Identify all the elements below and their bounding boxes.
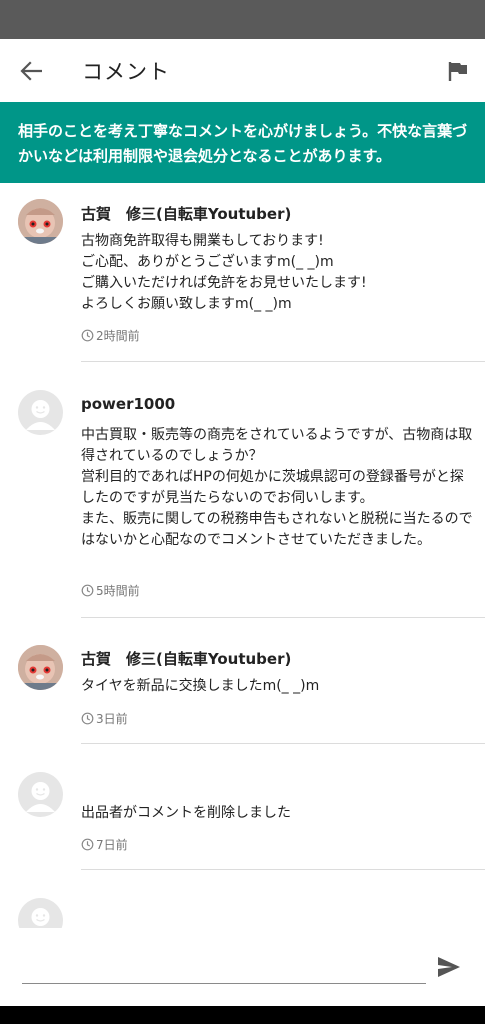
divider [81, 743, 485, 744]
comment-line: 出品者がコメントを削除しました [81, 805, 291, 821]
report-button[interactable] [444, 57, 472, 85]
status-bar [0, 0, 485, 39]
comment-line: ご購入いただければ免許をお見せいたします! [81, 275, 367, 291]
timestamp-text: 3日前 [96, 712, 128, 726]
app-bar: コメント [0, 39, 485, 102]
default-avatar-icon [26, 782, 55, 812]
comment-timestamp: 7日前 [81, 836, 128, 853]
comment-line: 古物商免許取得も開業もしております! [81, 233, 324, 249]
send-icon [438, 957, 460, 977]
comment-text: 中古買取・販売等の商売をされているようですが、古物商は取得されているのでしょうか… [81, 425, 473, 551]
comment-author[interactable]: 古賀 修三(自転車Youtuber) [81, 203, 291, 224]
divider [81, 869, 485, 870]
comment-author[interactable]: 古賀 修三(自転車Youtuber) [81, 648, 291, 669]
comment-line: よろしくお願い致しますm(_ _)m [81, 296, 292, 312]
comment-line: ご心配、ありがとうございますm(_ _)m [81, 254, 334, 270]
comment-guideline-banner: 相手のことを考え丁寧なコメントを心がけましょう。不快な言葉づかいなどは利用制限や… [0, 102, 485, 183]
avatar[interactable] [18, 199, 63, 244]
timestamp-text: 7日前 [96, 838, 128, 852]
timestamp-text: 5時間前 [96, 584, 140, 598]
clock-icon [81, 329, 94, 342]
flag-icon [448, 62, 467, 81]
back-button[interactable] [16, 57, 46, 85]
comment-timestamp: 2時間前 [81, 327, 140, 344]
comment-text: 出品者がコメントを削除しました [81, 803, 473, 824]
clock-icon [81, 712, 94, 725]
system-navigation-bar [0, 1006, 485, 1024]
arrow-back-icon [20, 61, 42, 81]
comment-text: タイヤを新品に交換しましたm(_ _)m [81, 676, 473, 697]
clock-icon [81, 584, 94, 597]
divider [81, 617, 485, 618]
comment-composer [0, 928, 485, 1006]
avatar[interactable] [18, 645, 63, 690]
user-photo-icon [18, 645, 63, 690]
clock-icon [81, 838, 94, 851]
comment-author[interactable]: power1000 [81, 395, 175, 413]
user-photo-icon [18, 199, 63, 244]
avatar[interactable] [18, 390, 63, 435]
comment-list[interactable]: 古賀 修三(自転車Youtuber) 古物商免許取得も開業もしております! ご心… [0, 183, 485, 928]
default-avatar-icon [31, 908, 50, 926]
comment-timestamp: 5時間前 [81, 582, 140, 599]
divider [81, 361, 485, 362]
comment-input[interactable] [22, 948, 426, 984]
send-button[interactable] [434, 952, 464, 982]
comment-line: 中古買取・販売等の商売をされているようですが、古物商は取得されているのでしょうか… [81, 427, 473, 464]
comment-text: 古物商免許取得も開業もしております! ご心配、ありがとうございますm(_ _)m… [81, 231, 473, 315]
avatar [18, 898, 63, 928]
timestamp-text: 2時間前 [96, 329, 140, 343]
avatar [18, 772, 63, 817]
comment-timestamp: 3日前 [81, 710, 128, 727]
comment-line: 営利目的であればHPの何処かに茨城県認可の登録番号がと探したのですが見当たらない… [81, 469, 464, 506]
page-title: コメント [82, 60, 170, 84]
default-avatar-icon [26, 400, 55, 430]
comment-line: タイヤを新品に交換しましたm(_ _)m [81, 678, 320, 694]
comment-line: また、販売に関しての税務申告もされないと脱税に当たるのではないかと心配なのでコメ… [81, 511, 473, 548]
